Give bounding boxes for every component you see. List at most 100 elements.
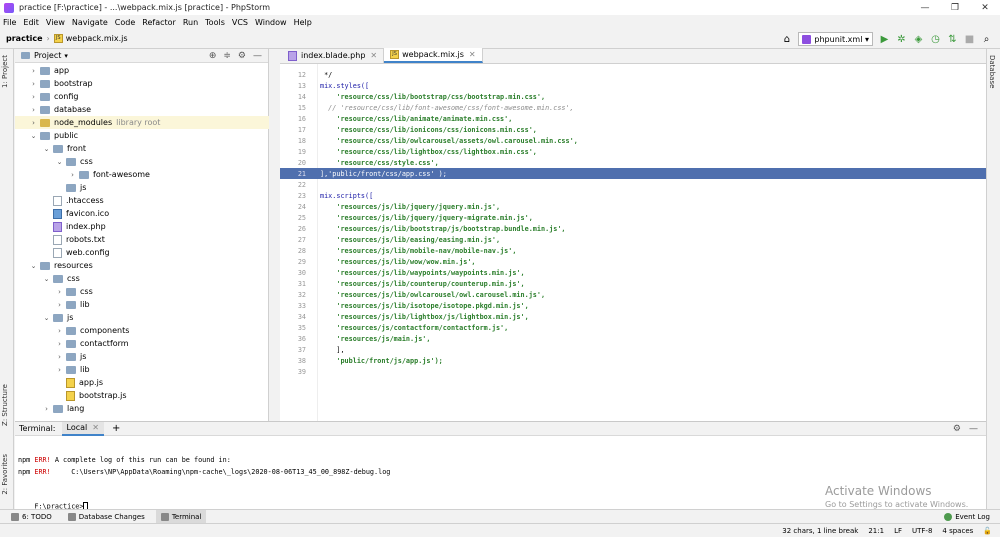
tree-item[interactable]: ⌄ resources	[15, 259, 269, 272]
breadcrumb-project[interactable]: practice	[6, 34, 43, 43]
status-encoding[interactable]: UTF-8	[912, 527, 932, 535]
chevron-right-icon[interactable]: ›	[29, 93, 38, 101]
bottom-tab[interactable]: Database Changes	[63, 510, 150, 523]
tree-item[interactable]: › lib	[15, 298, 269, 311]
code-line[interactable]: 20 'resource/css/style.css',	[280, 157, 986, 168]
chevron-right-icon[interactable]: ›	[29, 80, 38, 88]
menu-item-code[interactable]: Code	[115, 18, 135, 27]
code-line[interactable]: 21],'public/front/css/app.css' );	[280, 168, 986, 179]
chevron-down-icon[interactable]: ⌄	[42, 145, 51, 153]
status-line-separator[interactable]: LF	[894, 527, 902, 535]
code-line[interactable]: 12 */	[280, 69, 986, 80]
tree-item[interactable]: ⌄ js	[15, 311, 269, 324]
tree-item[interactable]: › contactform	[15, 337, 269, 350]
debug-icon[interactable]: ✲	[896, 34, 907, 45]
project-panel-title[interactable]: Project	[34, 51, 61, 60]
chevron-right-icon[interactable]: ›	[42, 405, 51, 413]
code-line[interactable]: 26 'resources/js/lib/bootstrap/js/bootst…	[280, 223, 986, 234]
code-line[interactable]: 24 'resources/js/lib/jquery/jquery.min.j…	[280, 201, 986, 212]
tree-item[interactable]: index.php	[15, 220, 269, 233]
tree-item[interactable]: › lang	[15, 402, 269, 415]
code-line[interactable]: 14 'resource/css/lib/bootstrap/css/boots…	[280, 91, 986, 102]
chevron-right-icon[interactable]: ›	[29, 67, 38, 75]
chevron-right-icon[interactable]: ›	[68, 171, 77, 179]
close-icon[interactable]: ✕	[370, 51, 377, 60]
chevron-down-icon[interactable]: ⌄	[29, 132, 38, 140]
favorites-tool-tab[interactable]: 2: Favorites	[1, 454, 9, 495]
lock-icon[interactable]: 🔓	[983, 527, 992, 535]
chevron-down-icon[interactable]: ⌄	[55, 158, 64, 166]
tree-item[interactable]: › css	[15, 285, 269, 298]
collapse-all-icon[interactable]: ≑	[223, 51, 231, 61]
run-icon[interactable]: ▶	[879, 34, 890, 45]
editor-tab[interactable]: JS webpack.mix.js ✕	[384, 48, 483, 63]
terminal-tab-local[interactable]: Local ✕	[61, 421, 104, 436]
coverage-icon[interactable]: ◈	[913, 34, 924, 45]
bottom-tab[interactable]: 6: TODO	[6, 510, 57, 523]
code-line[interactable]: 36 'resources/js/main.js',	[280, 333, 986, 344]
tree-item[interactable]: › app	[15, 64, 269, 77]
code-line[interactable]: 19 'resource/css/lib/lightbox/css/lightb…	[280, 146, 986, 157]
code-line[interactable]: 38 'public/front/js/app.js');	[280, 355, 986, 366]
code-line[interactable]: 18 'resource/css/lib/owlcarousel/assets/…	[280, 135, 986, 146]
code-line[interactable]: 37 ],	[280, 344, 986, 355]
event-log-button[interactable]: Event Log	[944, 512, 990, 521]
database-tool-tab[interactable]: Database	[988, 55, 996, 88]
code-line[interactable]: 30 'resources/js/lib/waypoints/waypoints…	[280, 267, 986, 278]
menu-item-edit[interactable]: Edit	[23, 18, 39, 27]
tree-item[interactable]: js	[15, 181, 269, 194]
status-position[interactable]: 21:1	[868, 527, 884, 535]
menu-item-file[interactable]: File	[3, 18, 16, 27]
code-line[interactable]: 13 mix.styles([	[280, 80, 986, 91]
close-icon[interactable]: ✕	[92, 423, 99, 432]
code-line[interactable]: 23 mix.scripts([	[280, 190, 986, 201]
profile-icon[interactable]: ◷	[930, 34, 941, 45]
close-button[interactable]: ✕	[970, 0, 1000, 15]
code-line[interactable]: 27 'resources/js/lib/easing/easing.min.j…	[280, 234, 986, 245]
code-line[interactable]: 28 'resources/js/lib/mobile-nav/mobile-n…	[280, 245, 986, 256]
menu-item-navigate[interactable]: Navigate	[72, 18, 108, 27]
code-line[interactable]: 16 'resource/css/lib/animate/animate.min…	[280, 113, 986, 124]
stop-icon[interactable]: ■	[964, 34, 975, 45]
tree-item[interactable]: ⌄ front	[15, 142, 269, 155]
chevron-right-icon[interactable]: ›	[55, 366, 64, 374]
tree-item[interactable]: › node_modules library root	[15, 116, 269, 129]
code-line[interactable]: 33 'resources/js/lib/isotope/isotope.pkg…	[280, 300, 986, 311]
menu-item-help[interactable]: Help	[294, 18, 312, 27]
run-config-select[interactable]: phpunit.xml ▾	[798, 32, 873, 46]
search-icon[interactable]: ⌕	[981, 34, 992, 45]
menu-item-tools[interactable]: Tools	[205, 18, 225, 27]
code-line[interactable]: 35 'resources/js/contactform/contactform…	[280, 322, 986, 333]
hammer-icon[interactable]: ⌂	[781, 34, 792, 45]
tree-item[interactable]: favicon.ico	[15, 207, 269, 220]
tree-item[interactable]: › font-awesome	[15, 168, 269, 181]
chevron-down-icon[interactable]: ⌄	[42, 314, 51, 322]
bottom-tab[interactable]: Terminal	[155, 510, 207, 523]
hide-icon[interactable]: —	[969, 424, 978, 434]
breadcrumb-file[interactable]: webpack.mix.js	[66, 34, 128, 43]
code-line[interactable]: 15 // 'resource/css/lib/font-awesome/css…	[280, 102, 986, 113]
chevron-down-icon[interactable]: ⌄	[42, 275, 51, 283]
chevron-right-icon[interactable]: ›	[29, 106, 38, 114]
chevron-right-icon[interactable]: ›	[55, 353, 64, 361]
tree-item[interactable]: › database	[15, 103, 269, 116]
tree-item[interactable]: › js	[15, 350, 269, 363]
menu-item-view[interactable]: View	[46, 18, 65, 27]
tree-item[interactable]: ⌄ css	[15, 155, 269, 168]
new-terminal-icon[interactable]: +	[112, 423, 120, 434]
menu-item-refactor[interactable]: Refactor	[142, 18, 176, 27]
tree-item[interactable]: robots.txt	[15, 233, 269, 246]
code-line[interactable]: 17 'resource/css/lib/ionicons/css/ionico…	[280, 124, 986, 135]
chevron-right-icon[interactable]: ›	[55, 327, 64, 335]
menu-item-run[interactable]: Run	[183, 18, 198, 27]
minimize-button[interactable]: —	[910, 0, 940, 15]
status-indent[interactable]: 4 spaces	[942, 527, 973, 535]
code-line[interactable]: 39	[280, 366, 986, 377]
tree-item[interactable]: ⌄ public	[15, 129, 269, 142]
gear-icon[interactable]: ⚙	[953, 424, 961, 434]
gear-icon[interactable]: ⚙	[238, 51, 246, 61]
code-line[interactable]: 31 'resources/js/lib/counterup/counterup…	[280, 278, 986, 289]
tree-item[interactable]: .htaccess	[15, 194, 269, 207]
chevron-down-icon[interactable]: ▾	[64, 52, 68, 60]
tree-item[interactable]: bootstrap.js	[15, 389, 269, 402]
